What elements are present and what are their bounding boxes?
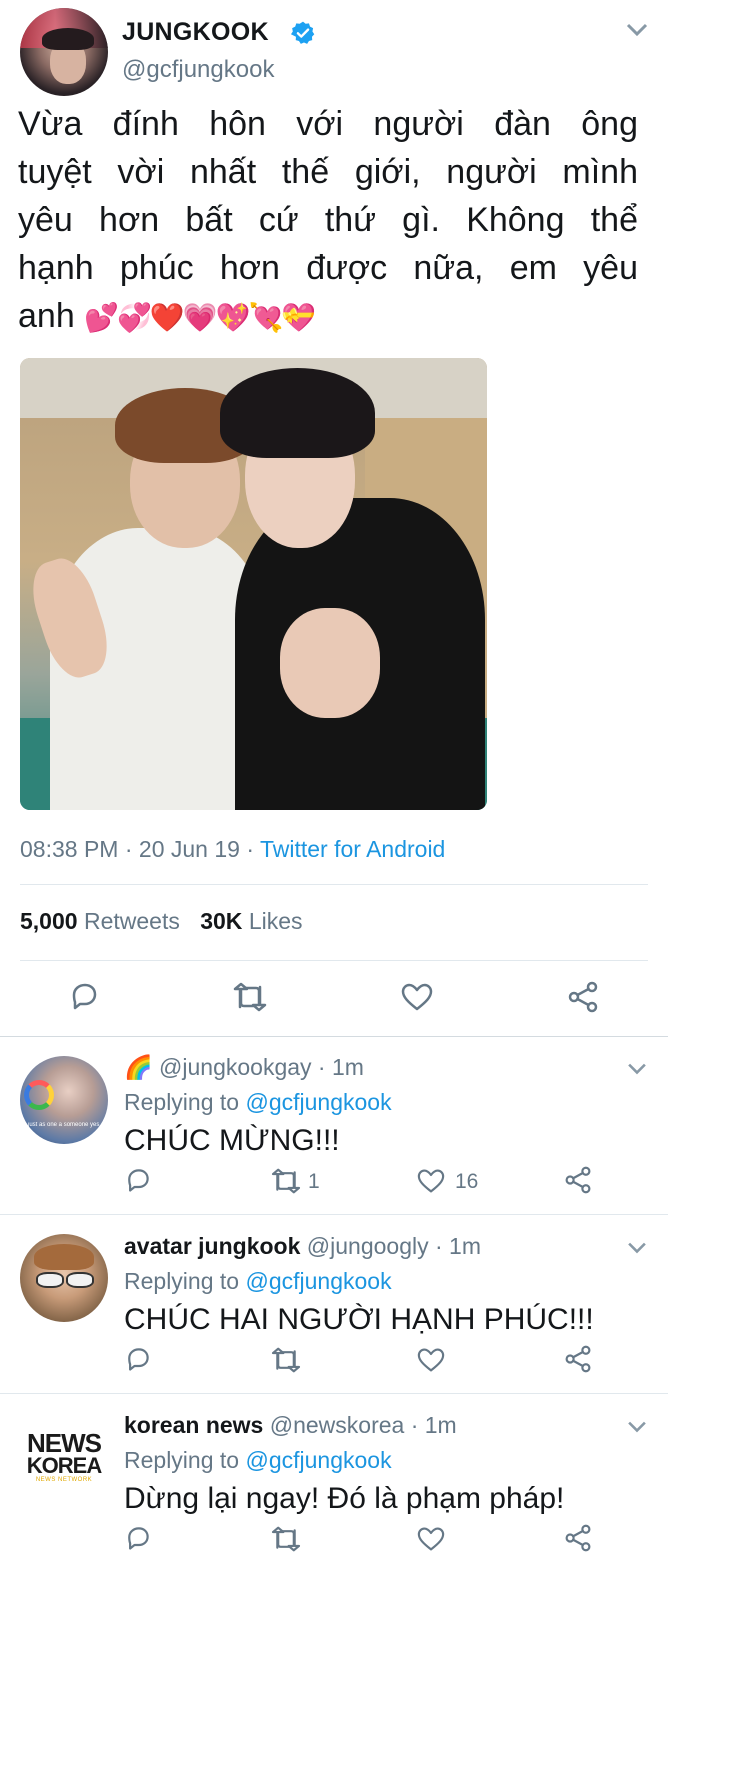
reply-display-name[interactable]: avatar jungkook [124, 1233, 300, 1259]
like-icon[interactable] [416, 1347, 446, 1373]
chevron-down-icon[interactable] [626, 1420, 648, 1434]
reply-avatar[interactable] [20, 1234, 108, 1322]
tweet-stats: 5,000 Retweets 30K Likes [20, 908, 303, 935]
reply-like-count: 16 [455, 1170, 479, 1193]
replying-to-link[interactable]: @gcfjungkook [245, 1268, 391, 1294]
tweet-meta: 08:38 PM · 20 Jun 19 · Twitter for Andro… [20, 836, 445, 863]
tweet-source-link[interactable]: Twitter for Android [260, 836, 445, 862]
reply-icon[interactable] [124, 1345, 152, 1373]
replying-to-label: Replying to [124, 1089, 240, 1115]
like-icon[interactable] [416, 1526, 446, 1552]
like-icon[interactable] [400, 982, 434, 1012]
tweet-text-line: Vừa đính hôn với người đàn ông [18, 105, 638, 143]
reply-handle[interactable]: @newskorea [270, 1412, 405, 1438]
reply-display-name[interactable]: korean news [124, 1412, 263, 1438]
reply-icon[interactable] [124, 1524, 152, 1552]
reply-handle[interactable]: @jungkookgay [159, 1054, 312, 1080]
meta-separator: · [124, 836, 133, 862]
reply-avatar[interactable]: just as one a someone yes... [20, 1056, 108, 1144]
tweet-text-line: tuyệt vời nhất thế giới, người mình [18, 153, 638, 191]
avatar-caption: just as one a someone yes... [28, 1122, 102, 1128]
share-icon[interactable] [563, 1166, 593, 1194]
meta-separator: · [246, 836, 254, 862]
retweet-icon[interactable] [270, 1526, 302, 1552]
share-icon[interactable] [566, 981, 600, 1013]
retweets-count: 5,000 [20, 908, 78, 934]
replying-to-label: Replying to [124, 1447, 240, 1473]
chevron-down-icon[interactable] [625, 22, 649, 38]
author-avatar[interactable] [20, 8, 108, 96]
like-icon[interactable] [416, 1168, 446, 1194]
heart-emojis: 💕💞❤️💗💖💘💝 [84, 302, 316, 333]
reply-divider [0, 1393, 668, 1394]
share-icon[interactable] [563, 1345, 593, 1373]
reply-display-name[interactable]: 🌈 [124, 1054, 153, 1080]
tweet-text-line: hạnh phúc hơn được nữa, em yêu [18, 249, 638, 287]
divider [20, 884, 648, 885]
reply-icon[interactable] [124, 1166, 152, 1194]
author-display-name[interactable]: JUNGKOOK [122, 18, 269, 47]
replying-to-link[interactable]: @gcfjungkook [245, 1089, 391, 1115]
reply-text: Dừng lại ngay! Đó là phạm pháp! [124, 1482, 565, 1515]
replying-to-label: Replying to [124, 1268, 240, 1294]
chevron-down-icon[interactable] [626, 1241, 648, 1255]
chevron-down-icon[interactable] [626, 1062, 648, 1076]
tweet-text-line: yêu hơn bất cứ thứ gì. Không thể [18, 201, 638, 239]
verified-badge-icon [290, 20, 316, 46]
retweet-icon[interactable] [270, 1168, 302, 1194]
reply-text: CHÚC MỪNG!!! [124, 1124, 340, 1157]
logo-line: KOREA [26, 1453, 102, 1478]
reply-time[interactable]: · 1m [318, 1054, 364, 1080]
retweet-icon[interactable] [232, 982, 268, 1012]
tweet-text-line: anh 💕💞❤️💗💖💘💝 [18, 292, 638, 342]
replying-to-link[interactable]: @gcfjungkook [245, 1447, 391, 1473]
likes-count-link[interactable]: 30K Likes [200, 908, 302, 934]
logo-line: NEWS [27, 1428, 102, 1458]
tweet-time[interactable]: 08:38 PM [20, 836, 118, 862]
tweet-photo[interactable] [20, 358, 487, 810]
reply-time[interactable]: · 1m [411, 1412, 457, 1438]
retweets-label: Retweets [83, 908, 180, 934]
tweet-date[interactable]: 20 Jun 19 [139, 836, 240, 862]
author-handle[interactable]: @gcfjungkook [122, 56, 274, 84]
tweet-text: Vừa đính hôn với người đàn ông tuyệt vời… [18, 100, 638, 342]
reply-avatar[interactable]: NEWS KOREA NEWS NETWORK [20, 1413, 108, 1501]
share-icon[interactable] [563, 1524, 593, 1552]
reply-time[interactable]: · 1m [435, 1233, 481, 1259]
likes-count: 30K [200, 908, 243, 934]
thread-divider [0, 1036, 668, 1037]
divider [20, 960, 648, 961]
retweet-icon[interactable] [270, 1347, 302, 1373]
reply-retweet-count: 1 [308, 1170, 320, 1193]
reply-handle[interactable]: @jungoogly [307, 1233, 429, 1259]
likes-label: Likes [248, 908, 303, 934]
tweet-text-last-word: anh [18, 297, 75, 335]
reply-text: CHÚC HAI NGƯỜI HẠNH PHÚC!!! [124, 1303, 594, 1336]
reply-icon[interactable] [68, 980, 100, 1012]
retweet-count-link[interactable]: 5,000 Retweets [20, 908, 186, 934]
reply-divider [0, 1214, 668, 1215]
